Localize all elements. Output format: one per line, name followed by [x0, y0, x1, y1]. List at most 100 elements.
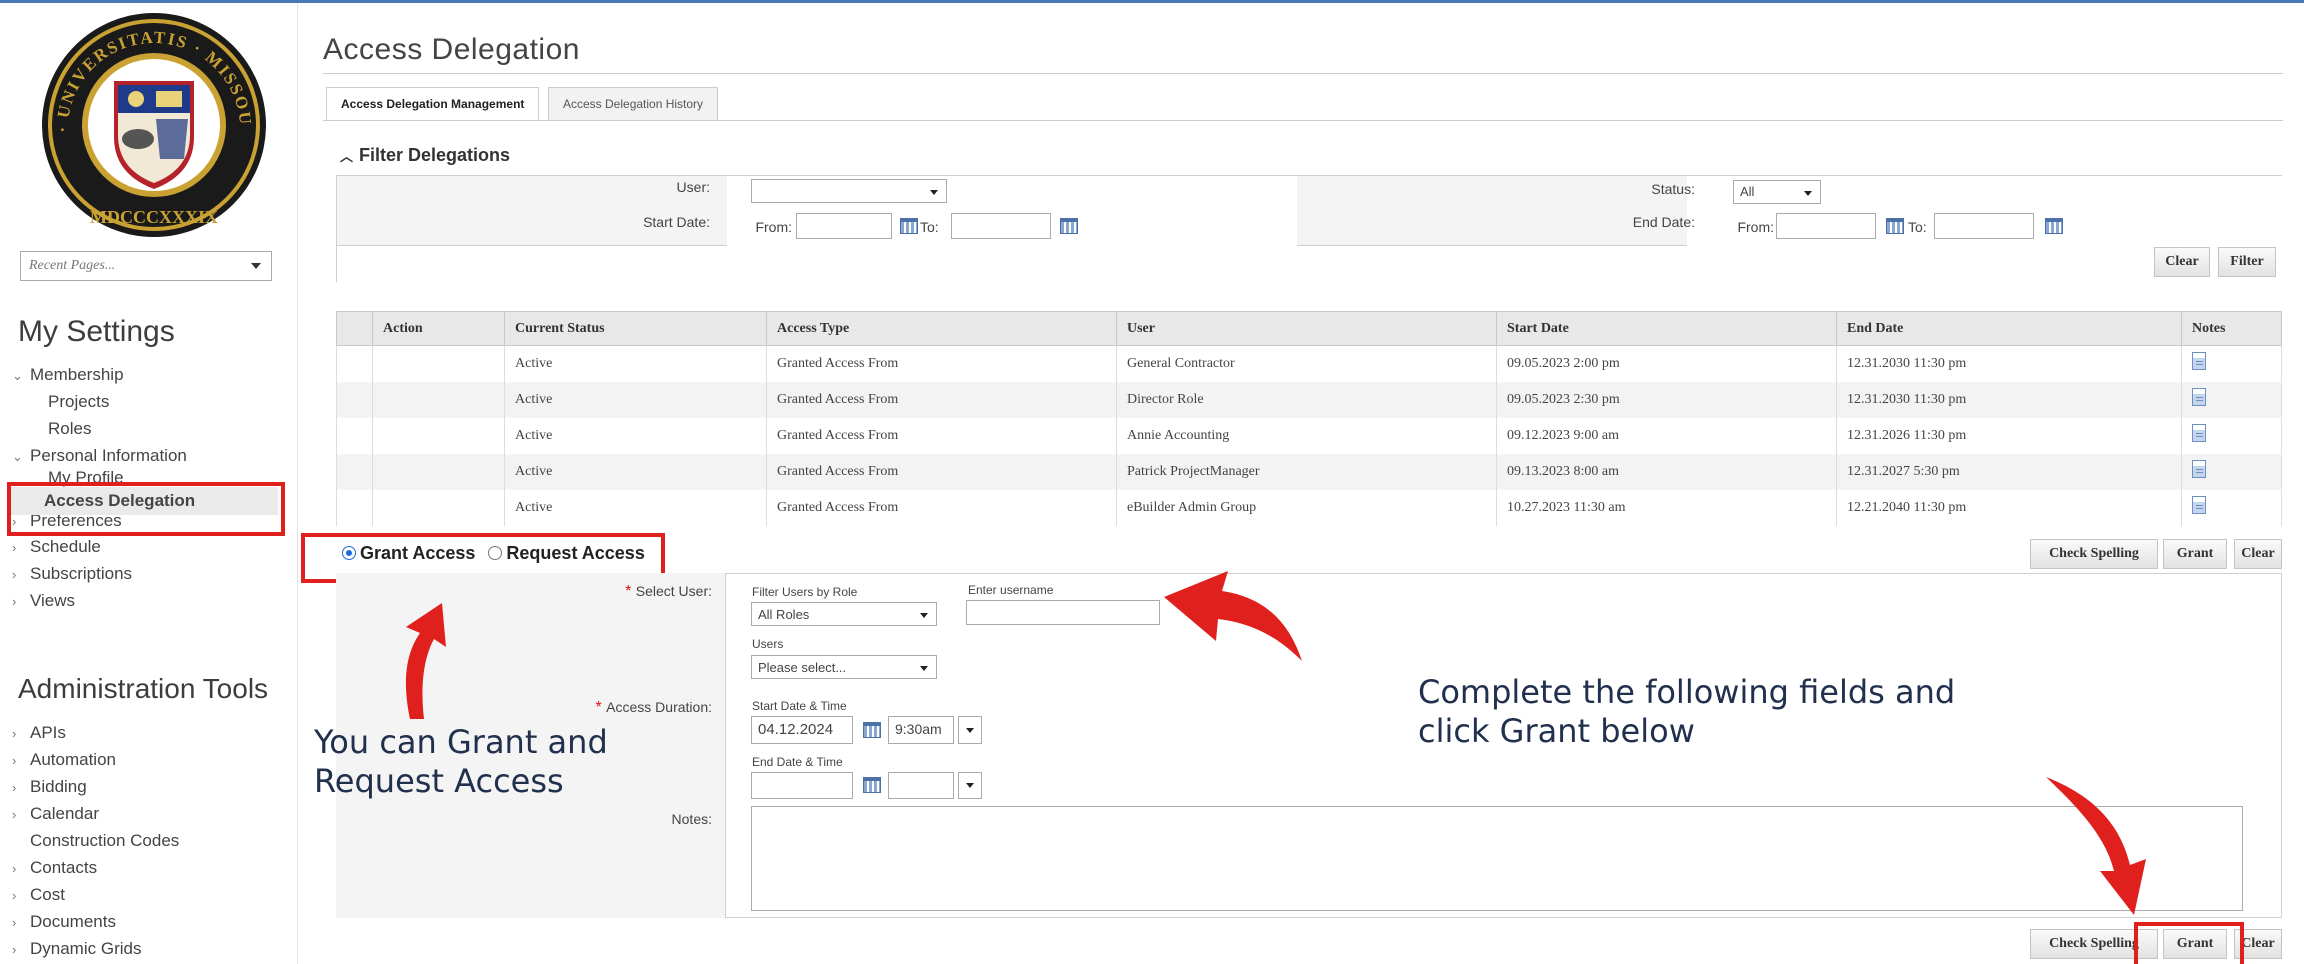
access-type-cell: Granted Access From: [766, 345, 1117, 382]
role-filter-select[interactable]: All Roles: [751, 602, 937, 626]
chevron-right-icon: ›: [12, 807, 17, 822]
annotation-complete-fields: Complete the following fields and click …: [1418, 673, 1955, 751]
action-cell[interactable]: [372, 417, 505, 454]
notes-cell[interactable]: [2181, 345, 2282, 382]
table-row[interactable]: Active Granted Access From Director Role…: [336, 381, 2282, 418]
tab-access-delegation-management[interactable]: Access Delegation Management: [326, 87, 540, 121]
status-value: All: [1740, 184, 1755, 199]
sidebar-item-dynamic-grids[interactable]: › Dynamic Grids: [12, 935, 179, 962]
tab-divider: [323, 120, 2283, 121]
action-cell[interactable]: [372, 453, 505, 490]
sidebar-item-bidding[interactable]: › Bidding: [12, 773, 179, 800]
status-filter-select[interactable]: All: [1733, 180, 1821, 204]
sidebar-item-construction-codes[interactable]: Construction Codes: [12, 827, 179, 854]
column-header[interactable]: Start Date: [1496, 311, 1837, 346]
clear-button-bottom[interactable]: Clear: [2234, 929, 2282, 959]
sidebar-item-documents[interactable]: › Documents: [12, 908, 179, 935]
calendar-icon[interactable]: [900, 218, 918, 234]
end-time-input[interactable]: [888, 772, 954, 799]
notes-cell[interactable]: [2181, 453, 2282, 490]
access-duration-text: Access Duration:: [606, 699, 712, 715]
calendar-icon[interactable]: [863, 777, 881, 793]
calendar-icon[interactable]: [1060, 218, 1078, 234]
row-selector[interactable]: [336, 489, 373, 526]
notes-cell[interactable]: [2181, 417, 2282, 454]
table-row[interactable]: Active Granted Access From General Contr…: [336, 345, 2282, 382]
notes-icon[interactable]: [2192, 388, 2206, 406]
filter-delegations-heading[interactable]: ︿ Filter Delegations: [340, 145, 510, 166]
sidebar-item-apis[interactable]: › APIs: [12, 719, 179, 746]
tab-access-delegation-history[interactable]: Access Delegation History: [548, 87, 719, 121]
grant-access-radio[interactable]: Grant Access: [342, 543, 475, 563]
start-time-dropdown[interactable]: [958, 716, 982, 744]
sidebar-item-projects[interactable]: Projects: [12, 388, 278, 415]
end-time-dropdown[interactable]: [958, 772, 982, 799]
start-date-cell: 09.12.2023 9:00 am: [1496, 417, 1837, 454]
username-input[interactable]: [966, 600, 1160, 625]
start-to-input[interactable]: [951, 213, 1051, 239]
column-header[interactable]: Current Status: [504, 311, 767, 346]
sidebar-item-contacts[interactable]: › Contacts: [12, 854, 179, 881]
row-selector[interactable]: [336, 453, 373, 490]
row-selector[interactable]: [336, 417, 373, 454]
action-cell[interactable]: [372, 381, 505, 418]
recent-pages-dropdown[interactable]: Recent Pages...: [20, 251, 272, 281]
filter-clear-button[interactable]: Clear: [2154, 247, 2210, 277]
end-from-input[interactable]: [1776, 213, 1876, 239]
grant-button[interactable]: Grant: [2163, 539, 2227, 569]
start-date-cell: 09.05.2023 2:00 pm: [1496, 345, 1837, 382]
column-header[interactable]: Notes: [2181, 311, 2282, 346]
status-cell: Active: [504, 381, 767, 418]
calendar-icon[interactable]: [1886, 218, 1904, 234]
sidebar-item-personal-information[interactable]: ⌄ Personal Information: [12, 442, 278, 469]
start-to-label: To:: [920, 219, 939, 235]
sidebar-item-access-delegation[interactable]: Access Delegation: [8, 487, 278, 515]
sidebar-item-cost[interactable]: › Cost: [12, 881, 179, 908]
users-select[interactable]: Please select...: [751, 655, 937, 679]
column-header[interactable]: Access Type: [766, 311, 1117, 346]
check-spelling-button-bottom[interactable]: Check Spelling: [2030, 929, 2158, 959]
university-seal-logo: MDCCCXXXIX SIGILL · UNIVERSITATIS · MISS…: [38, 9, 266, 237]
sidebar-item-automation[interactable]: › Automation: [12, 746, 179, 773]
row-selector[interactable]: [336, 381, 373, 418]
request-access-radio[interactable]: Request Access: [488, 543, 645, 563]
action-cell[interactable]: [372, 345, 505, 382]
column-header[interactable]: End Date: [1836, 311, 2182, 346]
sidebar-item-subscriptions[interactable]: › Subscriptions: [12, 560, 278, 587]
end-to-input[interactable]: [1934, 213, 2034, 239]
sidebar-item-roles[interactable]: Roles: [12, 415, 278, 442]
table-row[interactable]: Active Granted Access From eBuilder Admi…: [336, 489, 2282, 526]
start-time-input[interactable]: 9:30am: [888, 716, 954, 744]
clear-button[interactable]: Clear: [2234, 539, 2282, 569]
sidebar-item-schedule[interactable]: › Schedule: [12, 533, 278, 560]
administration-tools-list: › APIs › Automation › Bidding › Calendar Con…: [12, 719, 179, 962]
notes-textarea[interactable]: [751, 806, 2243, 911]
status-cell: Active: [504, 453, 767, 490]
column-header[interactable]: User: [1116, 311, 1497, 346]
column-header[interactable]: Action: [372, 311, 505, 346]
check-spelling-button[interactable]: Check Spelling: [2030, 539, 2158, 569]
notes-cell[interactable]: [2181, 381, 2282, 418]
notes-cell[interactable]: [2181, 489, 2282, 526]
sidebar-item-membership[interactable]: ⌄ Membership: [12, 361, 278, 388]
start-date-input[interactable]: 04.12.2024: [751, 716, 853, 744]
filter-apply-button[interactable]: Filter: [2218, 247, 2276, 277]
sidebar-item-preferences[interactable]: › Preferences: [12, 515, 278, 533]
end-date-input[interactable]: [751, 772, 853, 799]
table-row[interactable]: Active Granted Access From Annie Account…: [336, 417, 2282, 454]
calendar-icon[interactable]: [863, 722, 881, 738]
calendar-icon[interactable]: [2045, 218, 2063, 234]
table-row[interactable]: Active Granted Access From Patrick Proje…: [336, 453, 2282, 490]
sidebar-item-calendar[interactable]: › Calendar: [12, 800, 179, 827]
notes-icon[interactable]: [2192, 352, 2206, 371]
row-selector[interactable]: [336, 345, 373, 382]
sidebar-item-my-profile[interactable]: My Profile: [12, 469, 278, 487]
notes-icon[interactable]: [2192, 460, 2206, 478]
grant-button-bottom[interactable]: Grant: [2163, 929, 2227, 959]
user-filter-select[interactable]: [751, 179, 947, 203]
sidebar-item-views[interactable]: › Views: [12, 587, 278, 614]
notes-icon[interactable]: [2192, 496, 2206, 514]
start-from-input[interactable]: [796, 213, 892, 239]
notes-icon[interactable]: [2192, 424, 2206, 442]
action-cell[interactable]: [372, 489, 505, 526]
